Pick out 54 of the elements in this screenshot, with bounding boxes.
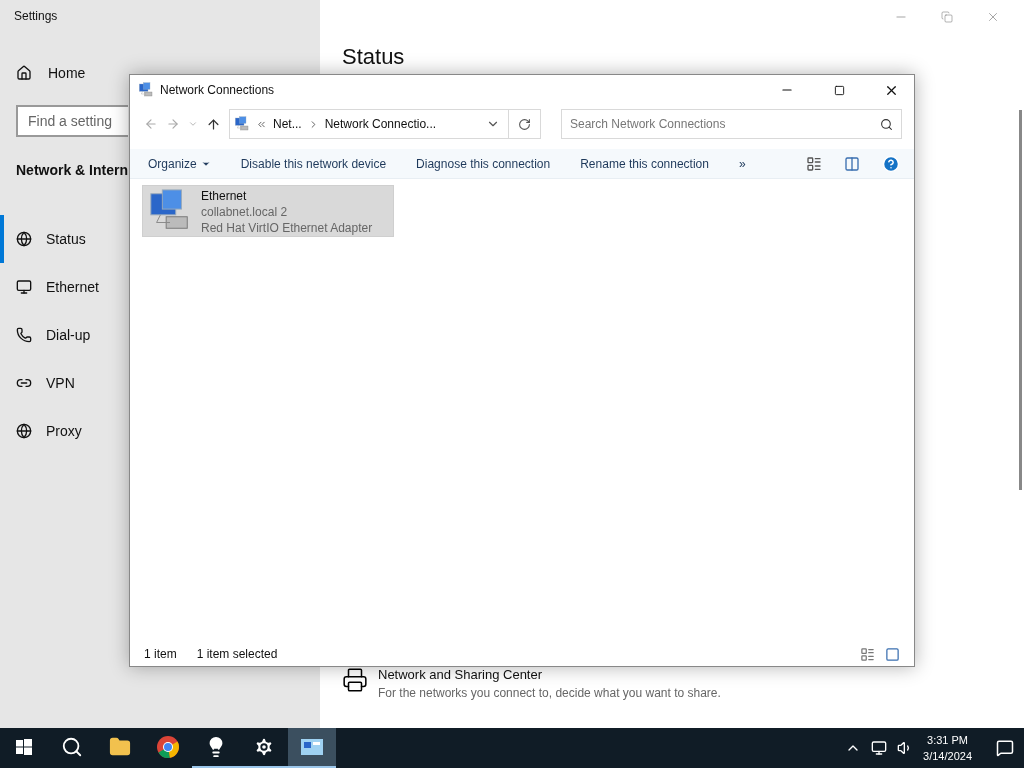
maximize-icon[interactable] bbox=[833, 84, 845, 96]
help-icon[interactable] bbox=[882, 154, 900, 173]
menu-button[interactable]: Organize bbox=[140, 152, 219, 175]
nav-item[interactable]: Dial-up bbox=[0, 311, 110, 359]
connection-adapter: Red Hat VirtIO Ethernet Adapter bbox=[201, 220, 373, 236]
printer-icon bbox=[342, 667, 368, 693]
notification-icon[interactable] bbox=[996, 739, 1014, 757]
search-field[interactable]: Search Network Connections bbox=[561, 109, 902, 139]
view-options-icon[interactable] bbox=[806, 155, 822, 172]
preview-pane-icon[interactable] bbox=[844, 155, 860, 172]
command-button[interactable]: Diagnose this connection bbox=[408, 152, 559, 175]
windows-logo-icon[interactable] bbox=[16, 739, 32, 755]
nav-item[interactable]: Status bbox=[0, 215, 110, 263]
window-title: Network Connections bbox=[160, 83, 276, 97]
network-computer-icon bbox=[234, 116, 250, 132]
nav-item[interactable]: Proxy bbox=[0, 407, 110, 455]
section-title: Network & Intern bbox=[16, 161, 128, 179]
link-description: For the networks you connect to, decide what you want to share. bbox=[378, 686, 721, 700]
home-icon bbox=[16, 65, 32, 81]
link-title[interactable]: Network and Sharing Center bbox=[378, 667, 721, 682]
breadcrumb[interactable]: Network Connectio... bbox=[324, 117, 437, 131]
up-icon[interactable] bbox=[206, 116, 221, 132]
window-title: Settings bbox=[13, 9, 59, 25]
monitor-icon bbox=[16, 279, 32, 295]
nav-item[interactable]: Ethernet bbox=[0, 263, 110, 311]
breadcrumb[interactable]: Net... bbox=[273, 117, 302, 131]
phone-icon bbox=[16, 327, 32, 343]
refresh-icon[interactable] bbox=[518, 117, 531, 131]
search-icon[interactable] bbox=[61, 736, 83, 758]
command-button[interactable]: Disable this network device bbox=[232, 152, 395, 175]
globe-icon bbox=[16, 423, 32, 439]
scrollbar[interactable] bbox=[1019, 110, 1022, 490]
home-link[interactable]: Home bbox=[16, 59, 116, 87]
connection-name: Ethernet bbox=[201, 188, 248, 204]
folder-icon[interactable] bbox=[109, 736, 131, 758]
search-field[interactable]: Find a setting bbox=[16, 105, 128, 137]
globe-icon bbox=[16, 231, 32, 247]
settings-icon[interactable] bbox=[253, 736, 275, 758]
nav-item[interactable]: VPN bbox=[0, 359, 110, 407]
status-text: 1 item selected bbox=[196, 647, 278, 661]
network-computer-icon bbox=[138, 82, 154, 98]
connection-item[interactable]: Ethernet collabnet.local 2 Red Hat VirtIO Ethernet Adapter bbox=[142, 185, 394, 237]
connection-network: collabnet.local 2 bbox=[201, 204, 289, 220]
details-view-icon[interactable] bbox=[860, 646, 875, 662]
browser-icon[interactable] bbox=[156, 735, 180, 759]
address-bar[interactable]: Net... Network Connectio... bbox=[229, 109, 541, 139]
status-text: 1 item bbox=[144, 647, 177, 661]
command-button[interactable]: Rename this connection bbox=[572, 152, 717, 175]
clock[interactable]: 3:31 PM 3/14/2024 bbox=[923, 732, 972, 764]
tiles-view-icon[interactable] bbox=[885, 646, 900, 662]
command-button[interactable]: » bbox=[730, 152, 754, 175]
search-icon bbox=[880, 117, 893, 131]
network-window-icon[interactable] bbox=[300, 737, 324, 757]
page-heading: Status bbox=[341, 43, 406, 70]
